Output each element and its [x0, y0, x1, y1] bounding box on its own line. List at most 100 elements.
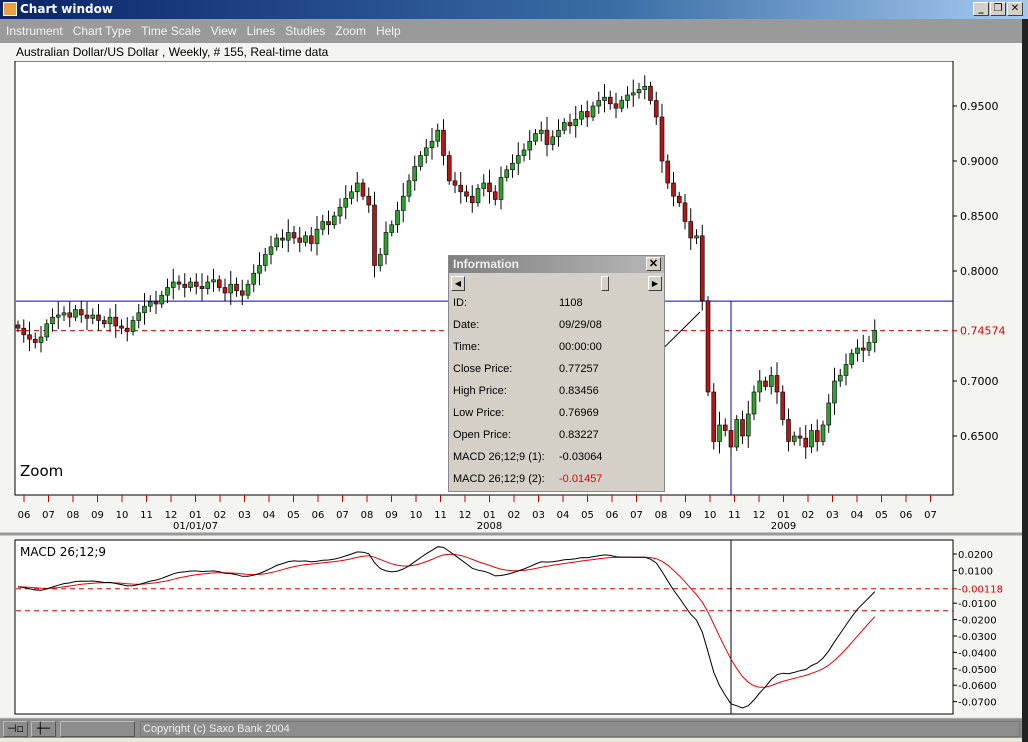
menu-zoom[interactable]: Zoom	[335, 24, 366, 38]
candle[interactable]	[694, 235, 699, 239]
candle[interactable]	[67, 312, 73, 318]
candle[interactable]	[320, 221, 326, 230]
candle[interactable]	[285, 232, 291, 241]
candle[interactable]	[429, 140, 435, 149]
candle[interactable]	[78, 309, 84, 316]
candle[interactable]	[728, 430, 734, 448]
candle[interactable]	[722, 424, 728, 431]
candle[interactable]	[55, 314, 61, 318]
candle[interactable]	[297, 237, 303, 243]
menu-instrument[interactable]: Instrument	[6, 24, 63, 38]
candle[interactable]	[308, 235, 314, 244]
info-close-button[interactable]: ✕	[646, 257, 661, 271]
candle[interactable]	[705, 300, 711, 393]
candle[interactable]	[596, 100, 602, 107]
candle[interactable]	[734, 419, 740, 448]
candle[interactable]	[61, 312, 67, 316]
candle[interactable]	[446, 155, 452, 182]
candle[interactable]	[354, 182, 360, 193]
candle[interactable]	[786, 419, 791, 442]
candle[interactable]	[774, 375, 780, 393]
candle[interactable]	[538, 129, 544, 134]
candle[interactable]	[607, 96, 613, 105]
menu-chart-type[interactable]: Chart Type	[73, 24, 131, 38]
scroll-left-button[interactable]: ◀	[451, 276, 465, 291]
candle[interactable]	[142, 305, 147, 314]
candle[interactable]	[556, 129, 561, 138]
candle[interactable]	[268, 246, 274, 255]
candle[interactable]	[113, 316, 119, 327]
candle[interactable]	[648, 85, 653, 101]
candle[interactable]	[561, 122, 567, 131]
candle[interactable]	[199, 286, 205, 289]
candle[interactable]	[492, 191, 498, 200]
candle[interactable]	[676, 195, 682, 204]
macd-panel[interactable]	[14, 539, 954, 715]
candle[interactable]	[389, 224, 395, 233]
candle[interactable]	[205, 281, 211, 289]
candle[interactable]	[124, 327, 130, 332]
candle[interactable]	[619, 100, 625, 109]
candle[interactable]	[469, 195, 475, 204]
candle[interactable]	[768, 375, 774, 387]
candle[interactable]	[418, 155, 423, 167]
candle[interactable]	[337, 206, 343, 217]
candle[interactable]	[797, 435, 803, 439]
candle[interactable]	[90, 314, 96, 319]
candle[interactable]	[176, 281, 182, 285]
candle[interactable]	[613, 103, 619, 109]
candle[interactable]	[32, 338, 38, 343]
candle[interactable]	[96, 314, 101, 321]
candle[interactable]	[165, 287, 170, 296]
candle[interactable]	[153, 301, 159, 305]
candle[interactable]	[866, 342, 872, 351]
candle[interactable]	[550, 136, 556, 145]
candle[interactable]	[377, 254, 383, 266]
candle[interactable]	[303, 235, 308, 243]
candle[interactable]	[101, 320, 107, 325]
candle[interactable]	[671, 182, 676, 197]
candle[interactable]	[843, 364, 849, 376]
candle[interactable]	[170, 281, 176, 288]
candle[interactable]	[412, 166, 418, 182]
candle[interactable]	[360, 182, 366, 197]
candle[interactable]	[521, 149, 527, 156]
candle[interactable]	[222, 287, 228, 294]
close-button[interactable]: ✕	[1007, 2, 1023, 16]
candle[interactable]	[504, 169, 510, 178]
candle[interactable]	[527, 140, 533, 151]
candle[interactable]	[119, 325, 124, 329]
candle[interactable]	[331, 215, 337, 226]
candle[interactable]	[544, 129, 550, 145]
candle[interactable]	[579, 111, 584, 120]
candle[interactable]	[182, 283, 188, 288]
menu-lines[interactable]: Lines	[247, 24, 276, 38]
info-scrollbar[interactable]: ◀ ▶	[449, 275, 664, 293]
candle[interactable]	[757, 380, 763, 393]
candle[interactable]	[740, 419, 745, 437]
candle[interactable]	[498, 177, 504, 200]
candle[interactable]	[452, 180, 458, 186]
candle[interactable]	[717, 424, 722, 442]
candle[interactable]	[73, 309, 78, 318]
candle[interactable]	[228, 283, 234, 294]
candle[interactable]	[837, 375, 843, 382]
candle[interactable]	[423, 147, 429, 156]
candle[interactable]	[372, 204, 377, 266]
candle[interactable]	[625, 94, 630, 101]
scroll-right-button[interactable]: ▶	[648, 276, 662, 291]
candle[interactable]	[653, 100, 659, 118]
scroll-thumb[interactable]	[601, 276, 609, 291]
candle[interactable]	[239, 290, 245, 296]
candle[interactable]	[458, 184, 464, 193]
candle[interactable]	[280, 237, 285, 241]
candle[interactable]	[274, 237, 280, 248]
candle[interactable]	[257, 265, 262, 274]
candle[interactable]	[602, 96, 607, 101]
candle[interactable]	[814, 430, 820, 442]
candle[interactable]	[38, 336, 44, 343]
menu-studies[interactable]: Studies	[285, 24, 325, 38]
candle[interactable]	[193, 281, 199, 287]
candle[interactable]	[27, 334, 32, 340]
candle[interactable]	[159, 294, 165, 305]
